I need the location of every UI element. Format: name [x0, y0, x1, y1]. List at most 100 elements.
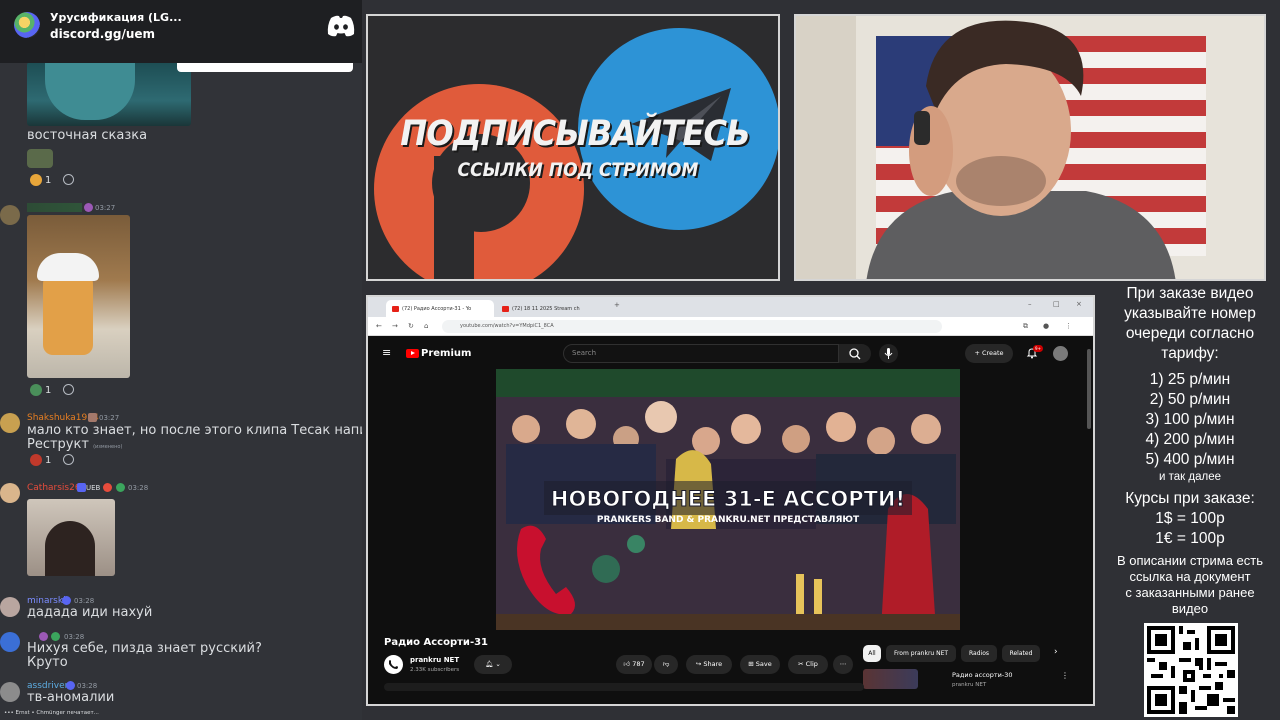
like-button[interactable]: 👍︎ 787	[616, 655, 652, 674]
add-reaction-icon[interactable]	[63, 454, 74, 465]
related-video-menu-icon[interactable]: ⋮	[1061, 671, 1069, 680]
video-player[interactable]: НОВОГОДНЕЕ 31-Е АССОРТИ! PRANKERS BAND &…	[496, 369, 960, 630]
browser-tab-active[interactable]: (72) Радио Ассорти-31 - Yo	[386, 300, 494, 317]
more-actions-button[interactable]: ⋯	[833, 655, 853, 674]
reaction-chip[interactable]: 1	[30, 452, 74, 468]
channel-avatar[interactable]	[384, 655, 403, 674]
tariff-line: 3) 100 р/мин	[1145, 411, 1235, 428]
clip-button[interactable]: ✂ Clip	[788, 655, 828, 674]
description-line: с заказанными ранее	[1125, 585, 1255, 600]
subscribe-promo-panel: ПОДПИСЫВАЙТЕСЬ ССЫЛКИ ПОД СТРИМОМ	[366, 14, 780, 281]
save-button[interactable]: ⊞ Save	[740, 655, 780, 674]
search-input[interactable]: Search	[563, 344, 839, 363]
browser-window: (72) Радио Ассорти-31 - Yo (72) 18 11 20…	[366, 295, 1095, 706]
create-label: Create	[981, 349, 1004, 357]
description-line: ссылка на документ	[1129, 569, 1251, 584]
forward-icon[interactable]: →	[392, 322, 398, 330]
info-intro-line: При заказе видео	[1126, 285, 1254, 302]
chip-radios[interactable]: Radios	[961, 645, 997, 662]
dislike-button[interactable]: 👎︎	[654, 655, 678, 674]
message-text: тв-аномалии	[27, 690, 115, 705]
avatar	[0, 682, 20, 702]
tab-bar: (72) Радио Ассорти-31 - Yo (72) 18 11 20…	[368, 297, 1093, 317]
message-text: Реструкт (изменено)	[27, 437, 122, 452]
description-line: В описании стрима есть	[1116, 553, 1264, 568]
create-button[interactable]: + Create	[965, 344, 1013, 363]
role-badge-icon	[84, 203, 93, 212]
tariff-more: и так далее	[1159, 471, 1221, 483]
author-name[interactable]: Catharsis26	[27, 483, 81, 493]
description-box[interactable]	[384, 683, 864, 691]
message-text: восточная сказка	[27, 128, 148, 143]
chip-from-channel[interactable]: From prankru NET	[886, 645, 956, 662]
maximize-icon[interactable]: □	[1053, 300, 1060, 308]
hamburger-menu-icon[interactable]: ≡	[382, 346, 391, 359]
search-button[interactable]	[839, 344, 871, 363]
reaction-emoji-icon	[30, 454, 42, 466]
typing-indicator: ••• Ernst • Chmünger печатает...	[4, 710, 99, 716]
webcam-scene	[796, 16, 1264, 279]
minimize-icon[interactable]: –	[1028, 300, 1032, 308]
back-icon[interactable]: ←	[376, 322, 382, 330]
close-icon[interactable]: ×	[1076, 300, 1082, 308]
thumbnail-subtitle: PRANKERS BAND & PRANKRU.NET ПРЕДСТАВЛЯЮТ	[597, 515, 860, 525]
related-video-title[interactable]: Радио ассорти-30	[952, 671, 1013, 679]
reaction-chip[interactable]: 1	[30, 172, 74, 188]
chips-next-icon[interactable]: ›	[1054, 647, 1058, 657]
browser-tab[interactable]: (72) 18 11 2025 Stream ch	[496, 300, 604, 317]
save-label: Save	[755, 660, 772, 668]
message-image[interactable]	[27, 62, 191, 126]
message-image[interactable]	[27, 499, 115, 576]
timestamp: 03:27	[95, 204, 116, 212]
rate-line: 1€ = 100р	[1155, 530, 1225, 547]
chip-all[interactable]: All	[863, 645, 881, 662]
tariff-line: 2) 50 р/мин	[1149, 391, 1231, 408]
reaction-emoji-icon	[30, 384, 42, 396]
account-avatar[interactable]	[1053, 346, 1068, 361]
rate-line: 1$ = 100р	[1155, 510, 1225, 527]
role-badge-icon	[62, 596, 71, 605]
add-reaction-icon[interactable]	[63, 174, 74, 185]
message-text: мало кто знает, но после этого клипа Тес…	[27, 423, 362, 438]
new-tab-icon[interactable]: +	[614, 301, 620, 309]
qr-code-icon[interactable]	[1144, 623, 1238, 717]
youtube-masthead: ≡ Premium Search + Create 9+	[368, 337, 1093, 367]
microphone-icon	[884, 348, 893, 359]
chip-related[interactable]: Related	[1002, 645, 1040, 662]
profile-icon[interactable]: ●	[1043, 322, 1049, 330]
cat-image[interactable]	[27, 215, 130, 378]
subscribe-bell-button[interactable]: 🔔︎ ⌄	[474, 655, 512, 674]
stream-layout: Урусификация (LG... discord.gg/uem восто…	[0, 0, 1280, 720]
add-reaction-icon[interactable]	[63, 384, 74, 395]
promo-headline: ПОДПИСЫВАЙТЕСЬ	[400, 114, 750, 154]
voice-search-button[interactable]	[879, 344, 898, 363]
menu-kebab-icon[interactable]: ⋮	[1065, 322, 1072, 330]
webcam-feed	[794, 14, 1266, 281]
extensions-icon[interactable]: ⧉	[1023, 322, 1028, 331]
related-video-thumbnail[interactable]	[863, 669, 918, 689]
typing-dots-icon: •••	[4, 710, 14, 716]
invite-link[interactable]: discord.gg/uem	[50, 27, 155, 41]
reload-icon[interactable]: ↻	[408, 322, 414, 330]
youtube-brand[interactable]: Premium	[421, 348, 471, 359]
author-name[interactable]	[27, 203, 82, 212]
video-thumbnail: НОВОГОДНЕЕ 31-Е АССОРТИ! PRANKERS BAND &…	[496, 369, 960, 630]
thumbnail-title: НОВОГОДНЕЕ 31-Е АССОРТИ!	[551, 487, 905, 511]
cat-headdress	[37, 253, 99, 281]
promo-subline: ССЫЛКИ ПОД СТРИМОМ	[457, 159, 699, 181]
url-field[interactable]: youtube.com/watch?v=YMdpiC1_8CA	[442, 320, 942, 333]
widget-strip	[177, 63, 353, 72]
home-icon[interactable]: ⌂	[424, 322, 428, 330]
avatar	[0, 413, 20, 433]
youtube-logo-icon[interactable]	[406, 349, 419, 358]
timestamp: 03:27	[99, 414, 120, 422]
share-button[interactable]: ↪ Share	[686, 655, 732, 674]
reaction-chip[interactable]: 1	[30, 382, 74, 398]
page-scrollbar[interactable]	[1087, 349, 1091, 429]
description-line: видео	[1171, 601, 1209, 616]
info-intro-line: тарифу:	[1161, 345, 1219, 362]
channel-name[interactable]: prankru NET	[410, 656, 459, 664]
timestamp: 03:28	[77, 682, 98, 690]
info-intro-line: указывайте номер	[1124, 305, 1256, 322]
timestamp: 03:28	[74, 597, 95, 605]
